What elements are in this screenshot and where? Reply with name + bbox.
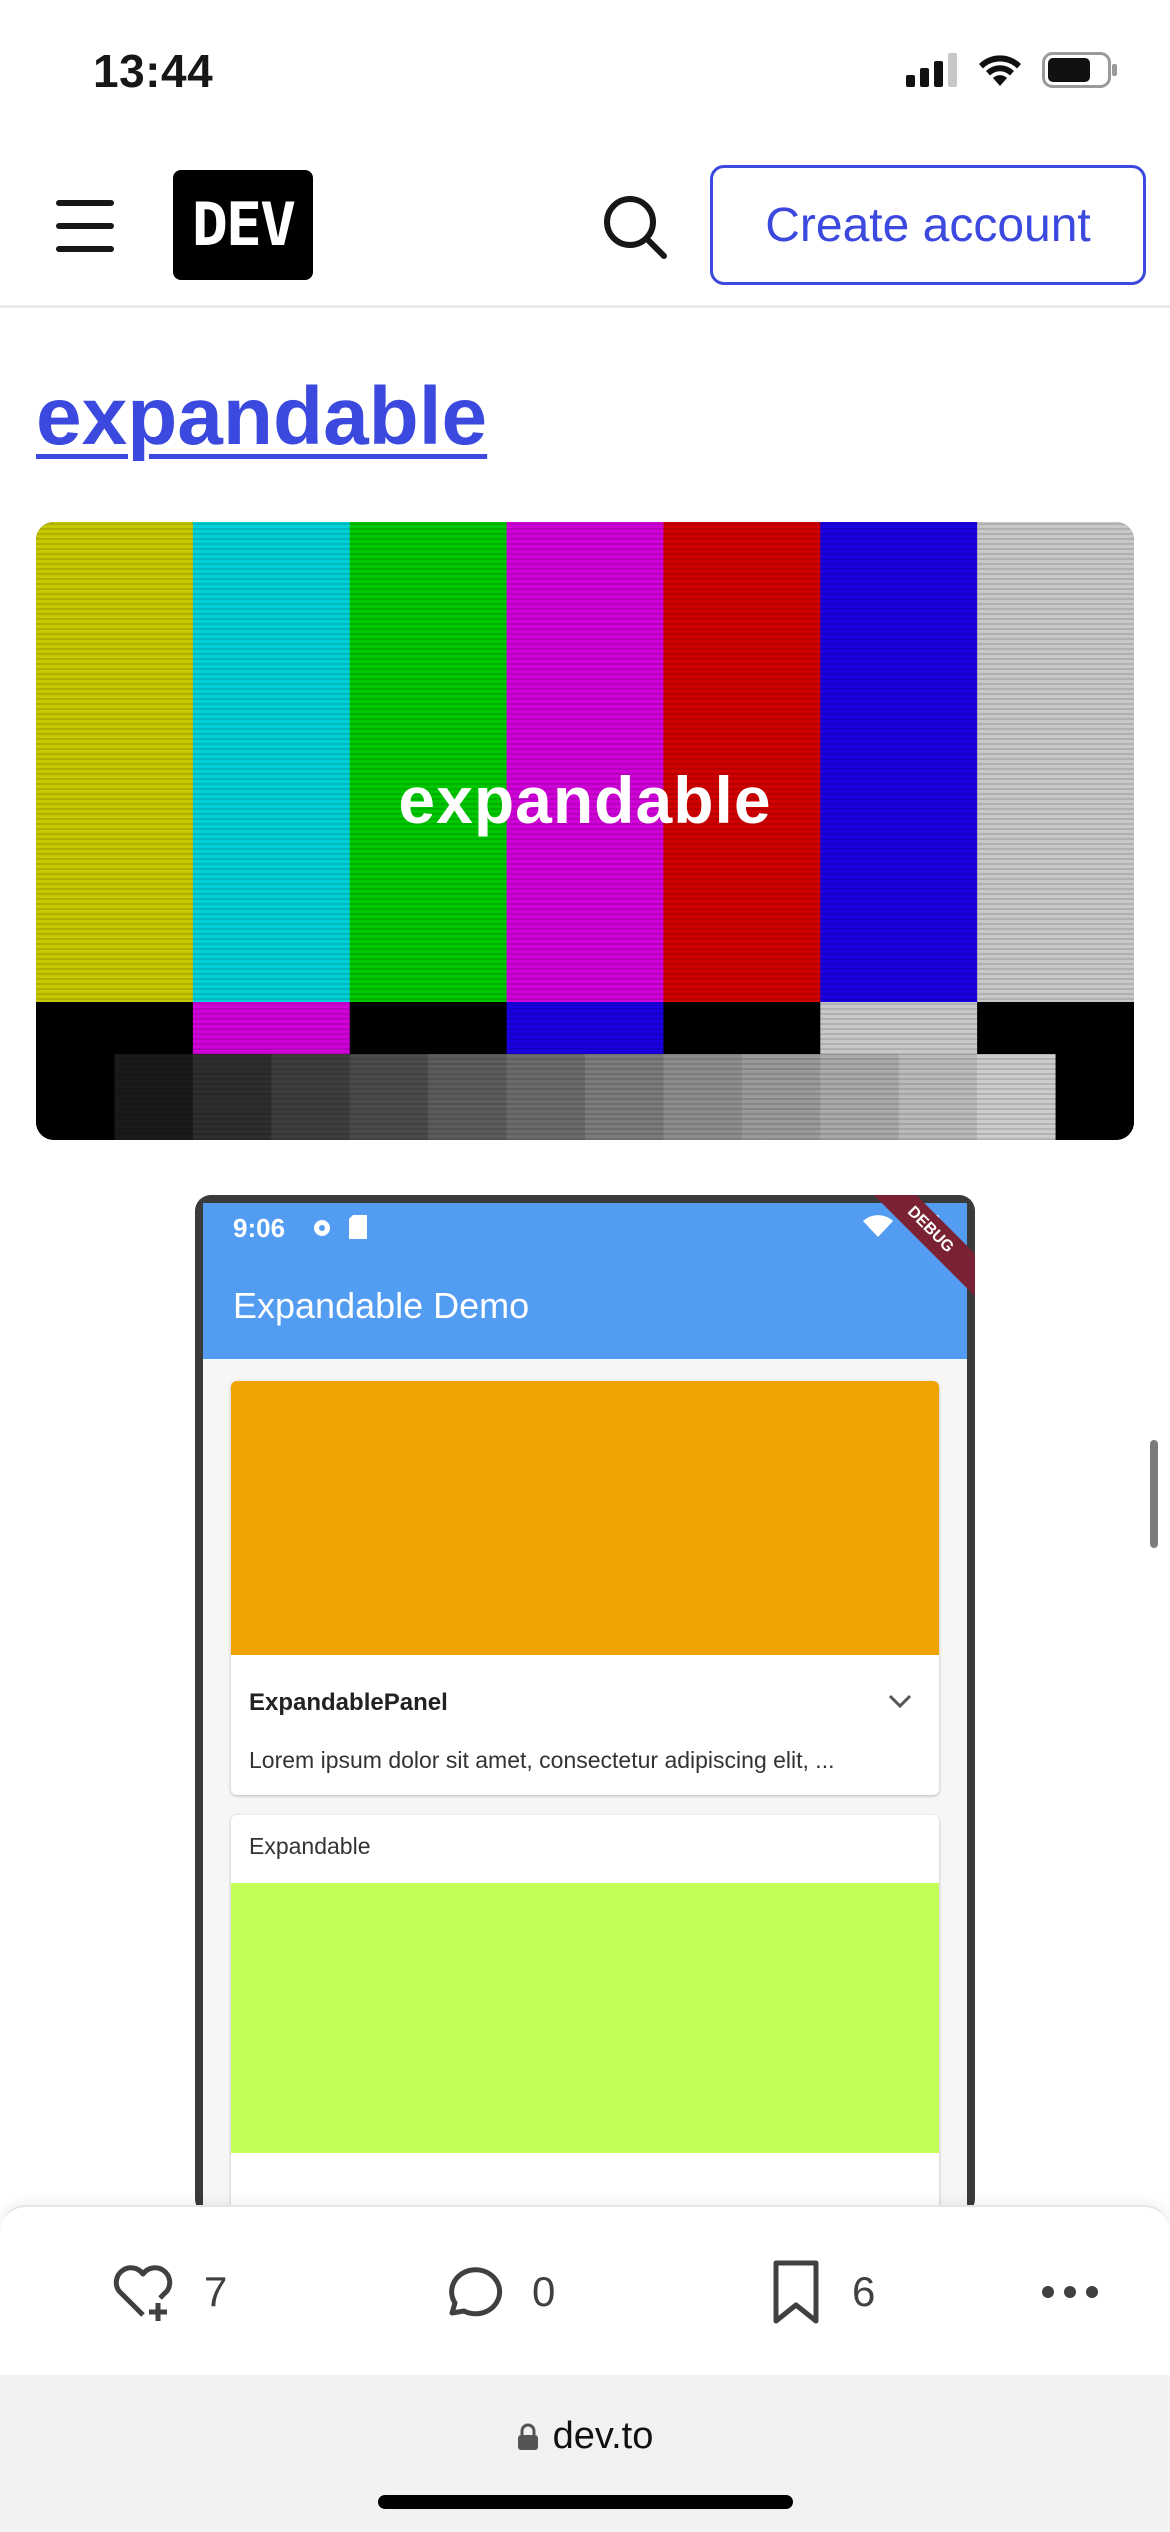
demo-status-bar: 9:06 <box>203 1203 967 1253</box>
middle-color-bar <box>977 1002 1134 1054</box>
gray-step-bar <box>1055 1054 1134 1140</box>
create-account-button[interactable]: Create account <box>710 165 1146 285</box>
expandable-card: Expandable <box>231 1815 939 2215</box>
demo-body: ExpandablePanel Lorem ipsum dolor sit am… <box>203 1359 967 2215</box>
gray-step-bar <box>820 1054 900 1140</box>
status-bar: 13:44 <box>0 0 1170 140</box>
card-label: Expandable <box>249 1833 371 1859</box>
wifi-icon <box>979 55 1021 86</box>
cover-image: expandable <box>36 522 1134 1140</box>
cellular-signal-icon <box>906 53 957 87</box>
settings-icon <box>314 1220 330 1236</box>
comment-count: 0 <box>532 2268 556 2315</box>
heart-plus-icon <box>113 2265 173 2321</box>
battery-icon <box>1042 52 1117 88</box>
reaction-bar: 7 0 6 <box>0 2205 1170 2375</box>
expandable-panel-card: ExpandablePanel Lorem ipsum dolor sit am… <box>231 1381 939 1795</box>
bookmark-icon <box>773 2260 819 2324</box>
sd-card-icon <box>349 1215 367 1239</box>
comment-button[interactable]: 0 <box>438 2257 555 2327</box>
middle-color-bar <box>192 1002 351 1054</box>
lock-icon <box>517 2423 538 2450</box>
like-button[interactable]: 7 <box>110 2257 227 2327</box>
status-icons <box>906 52 1118 88</box>
demo-wifi-icon <box>863 1215 893 1237</box>
middle-color-bar <box>506 1002 664 1054</box>
site-header: DEV Create account <box>0 140 1170 308</box>
url-text: dev.to <box>552 2415 654 2457</box>
search-icon[interactable] <box>600 192 670 262</box>
hamburger-menu-icon[interactable] <box>50 196 120 256</box>
chevron-down-icon <box>888 1694 912 1709</box>
address-bar[interactable]: dev.to <box>0 2415 1170 2458</box>
gray-step-bar <box>192 1054 272 1140</box>
gray-step-bar <box>977 1054 1057 1140</box>
gray-step-bar <box>898 1054 978 1140</box>
gray-step-bar <box>585 1054 664 1140</box>
gray-step-bar <box>428 1054 508 1140</box>
middle-color-bar <box>36 1002 194 1054</box>
gray-step-bar <box>506 1054 586 1140</box>
middle-color-bar <box>663 1002 821 1054</box>
demo-screenshot: 9:06 Expandable Demo DEBUG ExpandablePan… <box>195 1195 975 2215</box>
article-heading-link[interactable]: expandable <box>36 370 487 464</box>
demo-app-bar: Expandable Demo <box>203 1253 967 1359</box>
scrollbar[interactable] <box>1150 1440 1158 1548</box>
demo-status-time: 9:06 <box>233 1213 286 1243</box>
gray-step-bar <box>114 1054 194 1140</box>
dev-logo[interactable]: DEV <box>173 170 313 280</box>
gray-step-bar <box>349 1054 429 1140</box>
middle-color-bar <box>820 1002 978 1054</box>
status-time: 13:44 <box>93 45 214 97</box>
bookmark-count: 6 <box>852 2268 876 2315</box>
orange-block <box>231 1381 939 1655</box>
middle-color-bar <box>349 1002 508 1054</box>
comment-icon <box>449 2267 503 2317</box>
more-options-icon[interactable] <box>1040 2257 1100 2327</box>
gray-step-bar <box>271 1054 351 1140</box>
bookmark-button[interactable]: 6 <box>768 2257 875 2327</box>
demo-app-title: Expandable Demo <box>233 1285 530 1326</box>
cover-title: expandable <box>398 763 772 837</box>
home-indicator[interactable] <box>378 2495 793 2509</box>
like-count: 7 <box>204 2268 228 2315</box>
browser-bottom-bar: dev.to <box>0 2375 1170 2532</box>
gray-step-bar <box>741 1054 821 1140</box>
panel-title: ExpandablePanel <box>249 1689 448 1716</box>
gray-step-bar <box>663 1054 743 1140</box>
gray-step-bar <box>36 1054 115 1140</box>
panel-text: Lorem ipsum dolor sit amet, consectetur … <box>249 1747 835 1773</box>
lime-block <box>231 1883 939 2153</box>
